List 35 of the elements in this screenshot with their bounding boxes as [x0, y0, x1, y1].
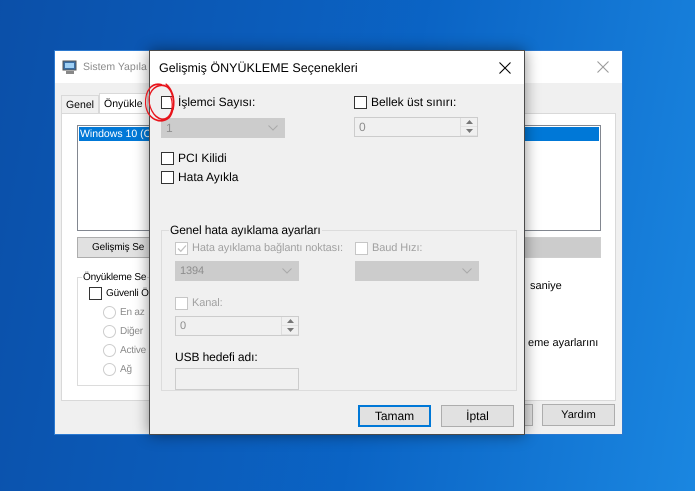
- checkbox-label: Hata ayıklama bağlantı noktası:: [192, 242, 343, 254]
- option-text: saniye: [530, 280, 562, 292]
- close-icon: [597, 61, 609, 73]
- tab[interactable]: Önyükle: [99, 93, 148, 113]
- checkbox[interactable]: [161, 170, 174, 184]
- checkbox-label: Hata Ayıkla: [178, 170, 238, 184]
- tab[interactable]: Genel: [61, 95, 100, 113]
- dialog-button[interactable]: İptal: [441, 405, 514, 427]
- down-arrow-icon[interactable]: [466, 129, 472, 133]
- checkbox-label: Kanal:: [192, 297, 223, 309]
- group-legend: Önyükleme Se: [82, 272, 148, 283]
- computer-icon: [62, 59, 78, 75]
- radio-label: En az: [120, 307, 145, 318]
- radio-label: Ağ: [120, 364, 132, 375]
- dialog-button[interactable]: Tamam: [358, 405, 431, 427]
- checkbox-label: Güvenli Ö: [106, 288, 149, 298]
- checkbox[interactable]: [161, 152, 174, 164]
- close-icon: [499, 62, 511, 74]
- dialog-title: Gelişmiş ÖNYÜKLEME Seçenekleri: [159, 60, 358, 74]
- up-arrow-icon[interactable]: [286, 319, 294, 323]
- checkbox-label: Bellek üst sınırı:: [371, 95, 456, 109]
- help-button[interactable]: Yardım: [542, 404, 615, 426]
- checkbox[interactable]: [89, 286, 102, 300]
- option-text: eme ayarlarını: [528, 337, 598, 349]
- group-legend: Genel hata ayıklama ayarları: [169, 223, 322, 237]
- checkbox-label: Baud Hızı:: [372, 242, 422, 254]
- field-label: USB hedefi adı:: [175, 350, 259, 364]
- radio-label: Diğer: [120, 326, 143, 337]
- checkbox-label: İşlemci Sayısı:: [178, 95, 256, 109]
- window-title: Sistem Yapıla: [83, 61, 147, 73]
- checkbox[interactable]: [354, 96, 367, 108]
- checkbox-label: PCI Kilidi: [178, 151, 227, 165]
- down-arrow-icon[interactable]: [286, 328, 294, 332]
- radio-label: Active: [120, 345, 146, 356]
- up-arrow-icon[interactable]: [466, 120, 472, 124]
